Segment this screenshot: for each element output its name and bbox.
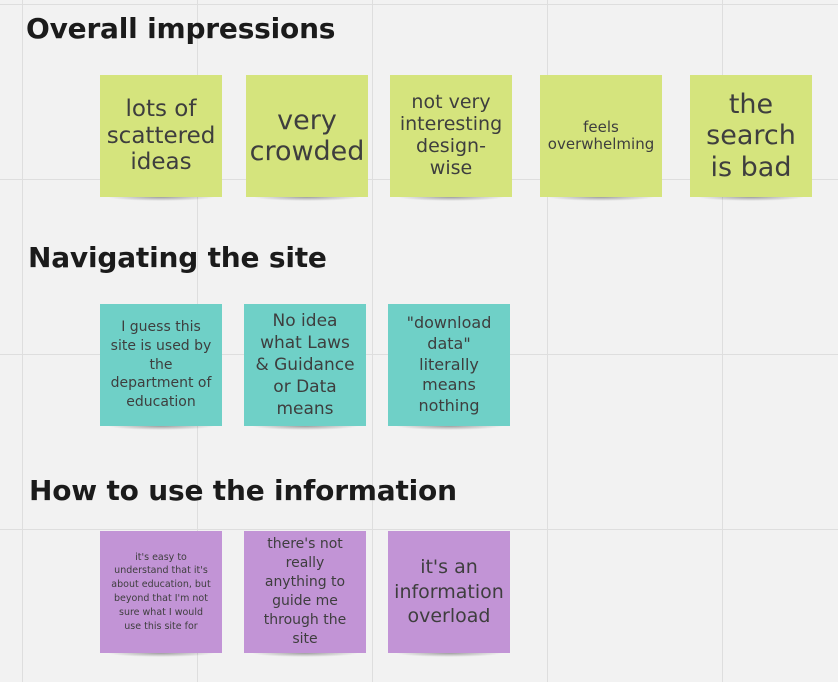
sticky-note-text: I guess this site is used by the departm… <box>110 318 212 411</box>
sticky-note-laws-guidance-data[interactable]: No idea what Laws & Guidance or Data mea… <box>244 304 366 430</box>
sticky-note-text: "download data" literally means nothing <box>406 313 492 416</box>
sticky-note-text: it's easy to understand that it's about … <box>111 551 211 632</box>
sticky-note-text: not very interesting design-wise <box>399 91 503 179</box>
sticky-note-easy-to-understand-education[interactable]: it's easy to understand that it's about … <box>100 531 222 657</box>
sticky-note-scattered-ideas[interactable]: lots of scattered ideas <box>100 75 222 201</box>
section-title-how-to-use-the-information: How to use the information <box>29 474 457 507</box>
sticky-note-not-interesting-design[interactable]: not very interesting design-wise <box>390 75 512 201</box>
section-title-overall-impressions: Overall impressions <box>26 12 336 45</box>
sticky-note-search-is-bad[interactable]: the search is bad <box>690 75 812 201</box>
sticky-note-text: No idea what Laws & Guidance or Data mea… <box>255 310 355 420</box>
section-title-navigating-the-site: Navigating the site <box>28 241 327 274</box>
sticky-note-feels-overwhelming[interactable]: feels overwhelming <box>540 75 662 201</box>
sticky-note-information-overload[interactable]: it's an information overload <box>388 531 510 657</box>
sticky-note-text: it's an information overload <box>394 555 504 628</box>
sticky-note-text: very crowded <box>249 104 365 167</box>
sticky-note-very-crowded[interactable]: very crowded <box>246 75 368 201</box>
sticky-note-nothing-to-guide[interactable]: there's not really anything to guide me … <box>244 531 366 657</box>
sticky-note-department-of-education[interactable]: I guess this site is used by the departm… <box>100 304 222 430</box>
sticky-note-text: there's not really anything to guide me … <box>263 536 347 647</box>
sticky-note-text: lots of scattered ideas <box>106 96 216 176</box>
sticky-note-text: the search is bad <box>706 89 796 183</box>
sticky-note-download-data[interactable]: "download data" literally means nothing <box>388 304 510 430</box>
sticky-note-text: feels overwhelming <box>547 117 655 153</box>
